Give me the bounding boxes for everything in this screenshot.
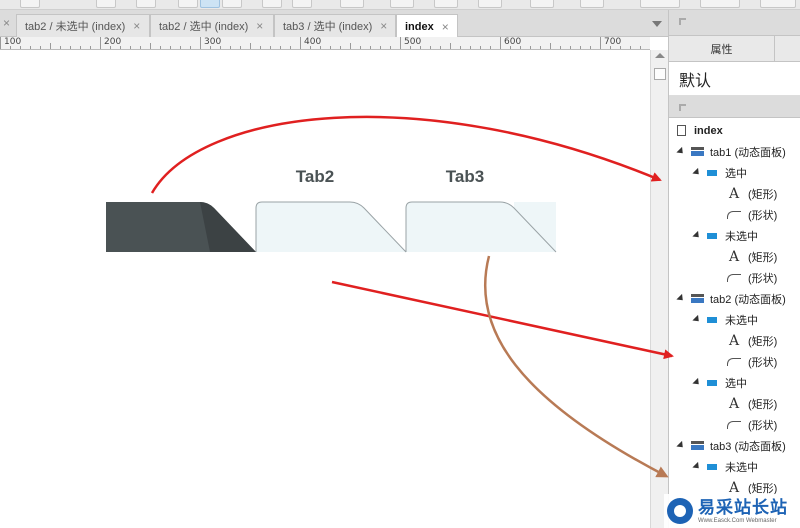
toolbar-button[interactable]: [760, 0, 796, 8]
tree-node-widget[interactable]: A (矩形): [669, 393, 800, 414]
state-icon: [707, 232, 717, 239]
expand-arrow-icon[interactable]: [692, 314, 702, 325]
tree-node-state[interactable]: 未选中: [669, 309, 800, 330]
watermark-title: 易采站长站: [698, 497, 788, 517]
tree-node-state[interactable]: 未选中: [669, 456, 800, 477]
expand-arrow-icon[interactable]: [676, 293, 686, 304]
tab-properties[interactable]: 属性: [669, 36, 775, 61]
tree-node-widget[interactable]: (形状): [669, 414, 800, 435]
text-widget-icon: A: [728, 248, 740, 265]
panel-header: [669, 10, 800, 36]
tree-node-state[interactable]: 选中: [669, 372, 800, 393]
panel-tabs: 属性: [669, 36, 800, 62]
shape-widget-icon: [727, 210, 741, 219]
expand-arrow-icon[interactable]: [692, 230, 702, 241]
vertical-scrollbar[interactable]: [650, 50, 668, 528]
state-icon: [707, 169, 717, 176]
tree-node-label: tab2 (动态面板): [710, 293, 786, 306]
chevron-down-icon[interactable]: [652, 21, 662, 27]
outline-tree: index tab1 (动态面板) 选中 A (矩形) (形状) 未选中 A (…: [669, 118, 800, 498]
scrollbar-thumb[interactable]: [654, 68, 666, 80]
tree-node-label: tab3 (动态面板): [710, 440, 786, 453]
tree-node-state[interactable]: 未选中: [669, 225, 800, 246]
text-widget-icon: A: [728, 395, 740, 412]
state-icon: [707, 463, 717, 470]
watermark-subtitle: Www.Easck.Com Webmaster: [698, 517, 777, 524]
state-icon: [707, 316, 717, 323]
expand-arrow-icon[interactable]: [676, 440, 686, 451]
tree-node-widget[interactable]: (形状): [669, 204, 800, 225]
default-style-label: 默认: [669, 62, 800, 96]
text-widget-icon: A: [728, 185, 740, 202]
tab2-label[interactable]: Tab2: [256, 152, 374, 202]
dynamic-panel-icon: [691, 441, 704, 450]
expand-arrow-icon[interactable]: [692, 167, 702, 178]
tree-node-label: 选中: [725, 377, 747, 390]
dynamic-panel-icon: [691, 147, 704, 156]
shape-widget-icon: [727, 357, 741, 366]
tab2-shape[interactable]: [256, 202, 406, 252]
tree-node-label: (矩形): [748, 335, 778, 348]
state-icon: [707, 379, 717, 386]
tab1-label[interactable]: Tab1: [106, 152, 224, 202]
expand-arrow-icon[interactable]: [676, 146, 686, 157]
watermark-logo-icon: [667, 498, 693, 524]
outline-header: [669, 96, 800, 118]
tree-node-panel[interactable]: tab1 (动态面板): [669, 141, 800, 162]
expand-icon[interactable]: [679, 104, 686, 111]
tree-node-panel[interactable]: tab3 (动态面板): [669, 435, 800, 456]
shape-widget-icon: [727, 273, 741, 282]
tree-node-panel[interactable]: tab2 (动态面板): [669, 288, 800, 309]
tree-node-root[interactable]: index: [669, 120, 800, 141]
watermark: 易采站长站 Www.Easck.Com Webmaster: [664, 494, 800, 528]
tree-node-label: (矩形): [748, 251, 778, 264]
expand-arrow-icon[interactable]: [692, 377, 702, 388]
tab3-label[interactable]: Tab3: [406, 152, 524, 202]
tree-node-label: (形状): [748, 209, 778, 222]
tree-node-widget[interactable]: A (矩形): [669, 246, 800, 267]
tree-node-widget[interactable]: (形状): [669, 267, 800, 288]
scroll-up-icon[interactable]: [655, 53, 665, 58]
tree-node-label: tab1 (动态面板): [710, 146, 786, 159]
tab3-extension: [514, 202, 556, 252]
tab-widget-group: [106, 201, 557, 253]
toolbar-button[interactable]: [700, 0, 740, 8]
tree-node-state[interactable]: 选中: [669, 162, 800, 183]
tree-node-label: 未选中: [725, 230, 758, 243]
text-widget-icon: A: [728, 332, 740, 349]
tree-node-label: (形状): [748, 272, 778, 285]
shape-widget-icon: [727, 420, 741, 429]
tree-node-label: (矩形): [748, 398, 778, 411]
right-panel: 属性 默认 index tab1 (动态面板) 选中 A (矩形) (形状) 未…: [668, 10, 800, 528]
tree-node-label: (形状): [748, 356, 778, 369]
tree-node-label: index: [694, 124, 723, 137]
tree-node-label: 未选中: [725, 314, 758, 327]
tree-node-label: 选中: [725, 167, 747, 180]
dynamic-panel-icon: [691, 294, 704, 303]
tree-node-label: 未选中: [725, 461, 758, 474]
tree-node-label: (形状): [748, 419, 778, 432]
page-icon: [677, 125, 686, 136]
tree-node-label: (矩形): [748, 188, 778, 201]
tree-node-widget[interactable]: (形状): [669, 351, 800, 372]
tree-node-widget[interactable]: A (矩形): [669, 330, 800, 351]
expand-icon[interactable]: [679, 18, 686, 25]
tree-node-widget[interactable]: A (矩形): [669, 183, 800, 204]
expand-arrow-icon[interactable]: [692, 461, 702, 472]
